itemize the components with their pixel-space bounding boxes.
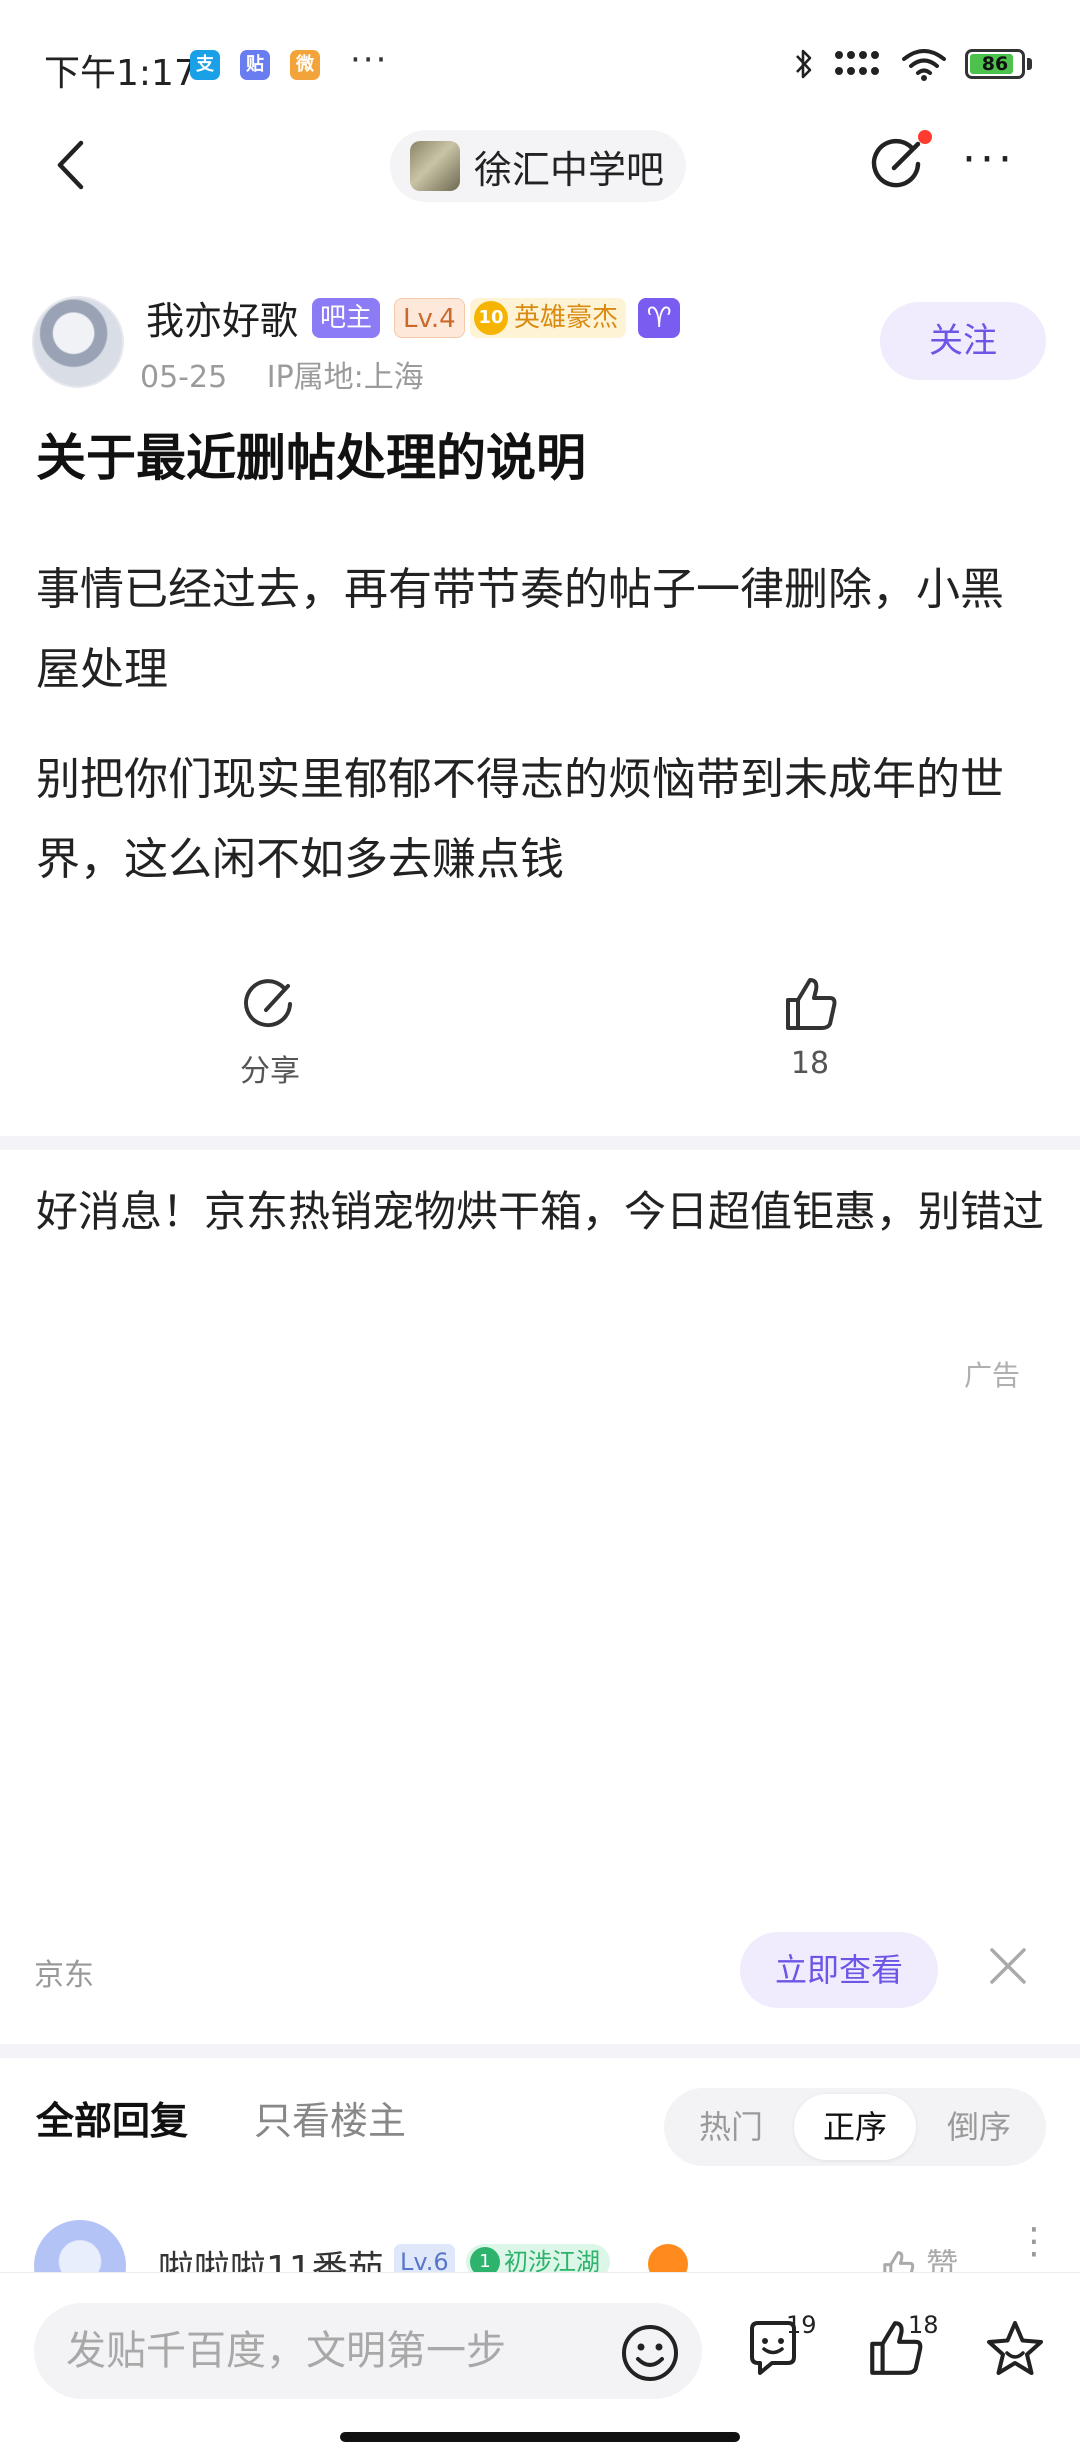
follow-button[interactable]: 关注 [880, 302, 1046, 380]
reply-thumbs-up-icon [883, 2251, 915, 2272]
ad-cta-button[interactable]: 立即查看 [740, 1932, 938, 2008]
forum-name: 徐汇中学吧 [474, 147, 665, 192]
compose-icon [871, 138, 921, 188]
like-count: 18 [790, 1046, 830, 1081]
ip-location: IP属地:上海 [266, 360, 424, 395]
ad-close-button[interactable] [986, 1944, 1030, 1988]
forum-entry-button[interactable]: 徐汇中学吧 [390, 130, 687, 202]
honor-level: 10 [474, 301, 508, 335]
post-paragraph: 事情已经过去，再有带节奏的帖子一律删除，小黑屋处理 [36, 564, 1004, 695]
favorite-button[interactable] [982, 2317, 1052, 2387]
zodiac-badge: ♈ [638, 298, 680, 338]
reply-more-button[interactable]: ⋮ [1016, 2224, 1052, 2260]
smiley-icon [622, 2325, 678, 2381]
share-label: 分享 [240, 1054, 300, 1089]
reply-rank-title: 初涉江湖 [504, 2248, 600, 2272]
comment-button[interactable]: 19 [742, 2311, 817, 2387]
reply-like-button[interactable]: 赞 [880, 2240, 958, 2272]
reply-rank-level: 1 [470, 2247, 500, 2272]
section-divider [0, 1136, 1080, 1150]
wifi-icon [902, 49, 946, 81]
nav-bar: 徐汇中学吧 ··· [0, 130, 1080, 280]
author-name[interactable]: 我亦好歌 [146, 290, 298, 345]
ad-source: 京东 [34, 1958, 94, 1993]
reply-avatar[interactable] [34, 2220, 126, 2272]
bottom-like-button[interactable]: 18 [864, 2311, 939, 2387]
tab-all-replies[interactable]: 全部回复 [36, 2090, 188, 2145]
status-overflow-icon: ··· [350, 40, 389, 80]
share-icon [244, 979, 292, 1028]
forum-avatar [410, 141, 460, 191]
fire-emoji-icon [648, 2244, 688, 2272]
ad-tag: 广告 [964, 1359, 1021, 1392]
compose-button[interactable] [868, 130, 932, 194]
signal-icon [835, 51, 879, 75]
status-right-cluster: 86 [793, 44, 1032, 84]
honor-title: 英雄豪杰 [514, 303, 619, 333]
thumbs-up-icon [786, 978, 837, 1030]
sort-descending[interactable]: 倒序 [918, 2094, 1040, 2160]
status-time: 下午1:17 [44, 53, 197, 94]
author-meta: 05-25 IP属地:上海 [140, 352, 454, 396]
sort-ascending[interactable]: 正序 [794, 2094, 916, 2160]
alipay-icon: 支 [190, 50, 220, 80]
ad-text[interactable]: 好消息！京东热销宠物烘干箱，今日超值钜惠，别错过 [36, 1178, 1046, 1246]
bluetooth-icon [796, 49, 812, 79]
home-indicator[interactable] [340, 2432, 740, 2442]
post-body: 事情已经过去，再有带节奏的帖子一律删除，小黑屋处理 别把你们现实里郁郁不得志的烦… [36, 550, 1046, 930]
sort-toggle: 热门 正序 倒序 [664, 2088, 1046, 2166]
star-icon [987, 2321, 1043, 2375]
honor-badge: 10 英雄豪杰 [470, 298, 627, 338]
like-button[interactable]: 18 [750, 974, 870, 1081]
author-avatar[interactable] [32, 296, 124, 388]
battery-icon: 86 [965, 49, 1025, 79]
weibo-icon: 微 [290, 50, 320, 80]
tieba-icon: 贴 [240, 50, 270, 80]
status-bar: 下午1:17 支 贴 微 ··· 86 [0, 0, 1080, 130]
bottom-like-count: 18 [908, 2311, 939, 2339]
tab-op-only[interactable]: 只看楼主 [254, 2090, 406, 2145]
share-button[interactable]: 分享 [210, 974, 330, 1090]
sort-hot[interactable]: 热门 [670, 2094, 792, 2160]
back-arrow-icon [57, 140, 84, 190]
section-divider [0, 2044, 1080, 2058]
post-date: 05-25 [140, 360, 228, 395]
moderator-badge: 吧主 [312, 298, 381, 338]
post-paragraph: 别把你们现实里郁郁不得志的烦恼带到未成年的世界，这么闲不如多去赚点钱 [36, 754, 1004, 885]
level-badge: Lv.4 [394, 298, 465, 338]
comment-input[interactable] [34, 2303, 702, 2399]
reply-level-badge: Lv.6 [394, 2244, 455, 2272]
reply-author-name[interactable]: 啦啦啦11番茄 [158, 2240, 384, 2272]
back-button[interactable] [40, 130, 100, 200]
reply-item: 啦啦啦11番茄 Lv.6 1 初涉江湖 赞 ⋮ [0, 2210, 1080, 2272]
notification-dot [918, 130, 932, 144]
battery-level: 86 [981, 53, 1009, 75]
reply-rank-badge: 1 初涉江湖 [466, 2244, 610, 2272]
more-options-button[interactable]: ··· [962, 138, 1016, 182]
reply-like-label: 赞 [926, 2246, 959, 2272]
emoji-button[interactable] [618, 2321, 682, 2385]
close-icon [990, 1948, 1026, 1984]
post-title: 关于最近删帖处理的说明 [36, 429, 586, 487]
comment-count: 19 [786, 2311, 817, 2339]
